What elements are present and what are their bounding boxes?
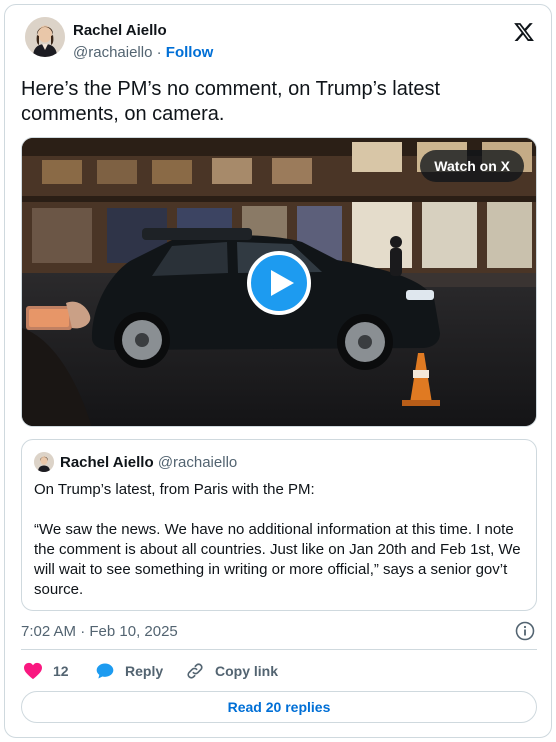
info-icon[interactable] xyxy=(515,621,535,641)
heart-icon xyxy=(24,662,42,680)
read-replies-button[interactable]: Read 20 replies xyxy=(21,691,537,723)
copy-link-button[interactable]: Copy link xyxy=(185,661,278,681)
author-handle-line: @rachaiello · Follow xyxy=(73,44,213,61)
quoted-tweet[interactable]: Rachel Aiello @rachaiello On Trump’s lat… xyxy=(21,439,537,611)
video-player[interactable]: Watch on X xyxy=(21,137,537,427)
like-button[interactable]: 12 xyxy=(23,661,69,681)
reply-button[interactable]: Reply xyxy=(95,661,163,681)
like-count: 12 xyxy=(53,663,69,679)
divider xyxy=(21,649,537,650)
watch-on-x-button[interactable]: Watch on X xyxy=(420,150,524,182)
play-icon[interactable] xyxy=(247,251,311,315)
quoted-author-name: Rachel Aiello xyxy=(60,454,154,471)
author-avatar[interactable] xyxy=(25,17,65,57)
quoted-header: Rachel Aiello @rachaiello xyxy=(60,454,237,471)
x-logo-icon[interactable] xyxy=(513,21,535,43)
follow-button[interactable]: Follow xyxy=(166,44,214,61)
handle-separator: · xyxy=(156,44,162,61)
author-handle[interactable]: @rachaiello xyxy=(73,44,152,61)
copy-link-label: Copy link xyxy=(215,663,279,679)
tweet-text: Here’s the PM’s no comment, on Trump’s l… xyxy=(21,78,441,125)
quoted-author-handle: @rachaiello xyxy=(157,454,238,471)
quoted-author-avatar xyxy=(34,452,54,472)
quoted-text: On Trump’s latest, from Paris with the P… xyxy=(34,481,521,598)
reply-bubble-icon xyxy=(96,663,114,679)
tweet-timestamp[interactable]: 7:02 AM · Feb 10, 2025 xyxy=(21,623,178,640)
author-name[interactable]: Rachel Aiello xyxy=(73,22,167,39)
tweet-card: Rachel Aiello @rachaiello · Follow Here’… xyxy=(4,4,552,738)
link-icon xyxy=(187,663,203,679)
reply-label: Reply xyxy=(125,663,164,679)
